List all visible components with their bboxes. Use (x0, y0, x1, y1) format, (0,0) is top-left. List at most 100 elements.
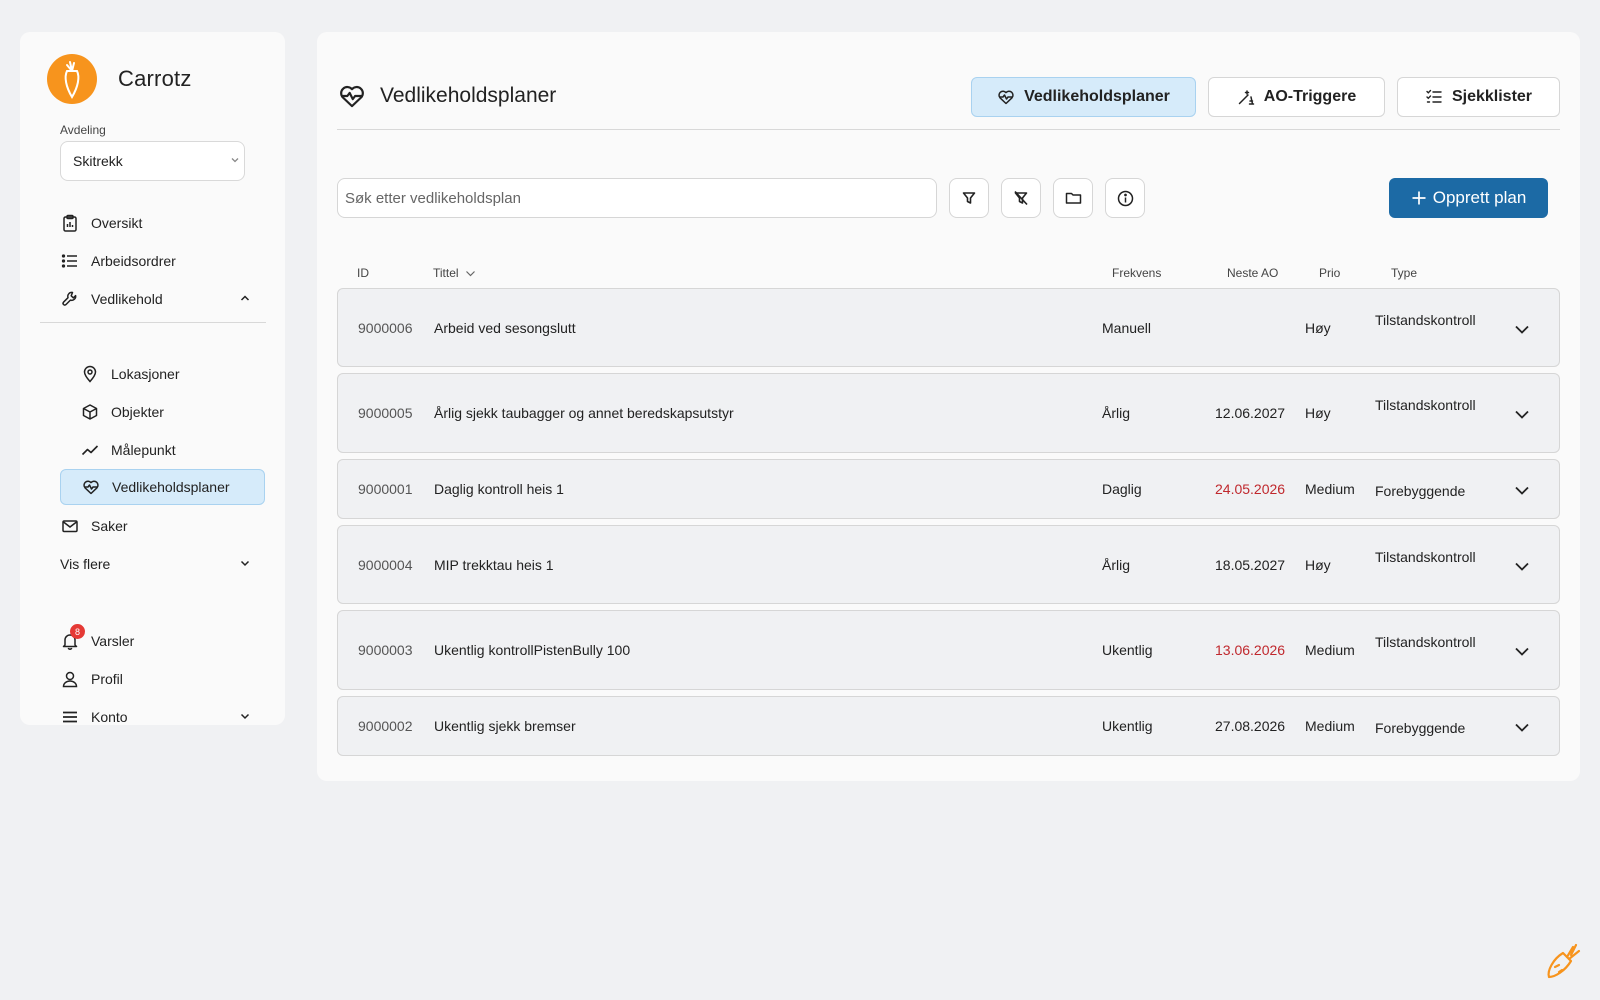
brand[interactable]: Carrotz (47, 54, 192, 104)
map-pin-icon (80, 364, 100, 384)
sidebar-item-vis-flere[interactable]: Vis flere (60, 546, 265, 582)
expand-chevron-down-icon[interactable] (1513, 718, 1531, 736)
sidebar-item-vedlikeholdsplaner[interactable]: Vedlikeholdsplaner (60, 469, 265, 505)
folder-button[interactable] (1053, 178, 1093, 218)
search-input[interactable] (337, 178, 937, 218)
row-priority: Høy (1305, 319, 1331, 336)
row-frequency: Årlig (1102, 405, 1131, 421)
row-frequency: Manuell (1102, 319, 1152, 336)
chevron-up-icon (239, 292, 251, 304)
sidebar-item-vedlikehold[interactable]: Vedlikehold (60, 281, 265, 317)
sidebar-item-arbeidsordrer[interactable]: Arbeidsordrer (60, 243, 265, 279)
sidebar-item-label: Arbeidsordrer (91, 253, 176, 269)
sidebar-item-label: Lokasjoner (111, 366, 180, 382)
clipboard-chart-icon (60, 213, 80, 233)
create-plan-button[interactable]: Opprett plan (1389, 178, 1548, 218)
table-row[interactable]: 9000006 Arbeid ved sesongslutt Manuell Høy T… (337, 288, 1560, 367)
column-header-priority[interactable]: Prio (1319, 266, 1340, 280)
expand-chevron-down-icon[interactable] (1513, 405, 1531, 423)
column-label: Tittel (433, 266, 459, 280)
row-id: 9000004 (358, 556, 413, 573)
carrot-corner-icon (1543, 941, 1583, 981)
sidebar-item-label: Saker (91, 518, 128, 534)
row-next-wo: 12.06.2027 (1215, 405, 1286, 421)
page-header: Vedlikeholdsplaner (338, 82, 556, 110)
sidebar-item-label: Vedlikeholdsplaner (112, 479, 230, 495)
department-label: Avdeling (60, 123, 106, 137)
row-frequency: Ukentlig (1102, 718, 1153, 734)
sidebar-item-malepunkt[interactable]: Målepunkt (80, 432, 285, 468)
expand-chevron-down-icon[interactable] (1513, 320, 1531, 338)
sidebar-item-varsler[interactable]: 8 Varsler (60, 623, 265, 659)
tab-vedlikeholdsplaner[interactable]: Vedlikeholdsplaner (971, 77, 1196, 117)
row-priority: Medium (1305, 481, 1355, 497)
row-priority: Høy (1305, 556, 1331, 573)
department-select[interactable]: Skitrekk (60, 141, 245, 181)
row-id: 9000006 (358, 319, 413, 336)
column-header-next-wo[interactable]: Neste AO (1227, 266, 1278, 280)
sidebar-item-lokasjoner[interactable]: Lokasjoner (80, 356, 285, 392)
table-row[interactable]: 9000005 Årlig sjekk taubagger og annet be… (337, 373, 1560, 453)
tab-label: AO-Triggere (1263, 88, 1357, 105)
column-header-title[interactable]: Tittel (433, 266, 476, 280)
table-row[interactable]: 9000003 Ukentlig kontrollPistenBully 100 U… (337, 610, 1560, 690)
clear-filter-button[interactable] (1001, 178, 1041, 218)
row-type: Tilstandskontroll (1375, 548, 1476, 565)
column-header-id[interactable]: ID (357, 266, 369, 280)
tab-label: Vedlikeholdsplaner (1024, 88, 1170, 105)
row-id: 9000001 (358, 481, 413, 497)
sidebar-item-saker[interactable]: Saker (60, 508, 265, 544)
row-type: Tilstandskontroll (1375, 311, 1476, 328)
column-header-type[interactable]: Type (1391, 266, 1417, 280)
filter-button[interactable] (949, 178, 989, 218)
info-button[interactable] (1105, 178, 1145, 218)
column-label: Type (1391, 266, 1418, 280)
department-value: Skitrekk (73, 153, 123, 169)
table-row[interactable]: 9000001 Daglig kontroll heis 1 Daglig 24.05… (337, 459, 1560, 519)
row-priority: Høy (1305, 405, 1331, 421)
heart-pulse-icon (997, 88, 1015, 106)
sidebar-item-label: Varsler (91, 633, 135, 649)
expand-chevron-down-icon[interactable] (1513, 481, 1531, 499)
column-header-frequency[interactable]: Frekvens (1112, 266, 1161, 280)
tab-sjekklister[interactable]: Sjekklister (1397, 77, 1560, 117)
row-id: 9000002 (358, 718, 413, 734)
tab-ao-triggere[interactable]: AO-Triggere (1208, 77, 1385, 117)
row-type: Forebyggende (1375, 483, 1466, 499)
row-frequency: Daglig (1102, 481, 1142, 497)
sidebar-item-konto[interactable]: Konto (60, 699, 265, 735)
sidebar-item-objekter[interactable]: Objekter (80, 394, 285, 430)
row-priority: Medium (1305, 642, 1355, 658)
sidebar-item-oversikt[interactable]: Oversikt (60, 205, 265, 241)
row-next-wo: 13.06.2026 (1215, 642, 1286, 658)
menu-icon (60, 707, 80, 727)
user-icon (60, 669, 80, 689)
table-row[interactable]: 9000002 Ukentlig sjekk bremser Ukentlig 27.… (337, 696, 1560, 756)
wrench-icon (60, 289, 80, 309)
main-panel: Vedlikeholdsplaner Vedlikeholdsplaner AO… (317, 32, 1580, 781)
row-type: Tilstandskontroll (1375, 397, 1476, 413)
list-icon (60, 251, 80, 271)
expand-chevron-down-icon[interactable] (1513, 557, 1531, 575)
cube-icon (80, 402, 100, 422)
heart-pulse-icon (81, 477, 101, 497)
filter-icon (961, 190, 977, 206)
sidebar: Carrotz Avdeling Skitrekk Oversikt Arbei… (20, 32, 285, 725)
table-row[interactable]: 9000004 MIP trekktau heis 1 Årlig 18.05.202… (337, 525, 1560, 604)
row-title: Årlig sjekk taubagger og annet beredskap… (434, 405, 734, 421)
expand-chevron-down-icon[interactable] (1513, 642, 1531, 660)
carrot-logo-icon (47, 54, 97, 104)
row-title: Ukentlig kontrollPistenBully 100 (434, 642, 631, 658)
row-id: 9000003 (358, 642, 413, 658)
row-title: Ukentlig sjekk bremser (434, 718, 576, 734)
row-priority: Medium (1305, 718, 1355, 734)
tab-label: Sjekklister (1451, 88, 1533, 105)
sidebar-item-label: Vedlikehold (91, 291, 163, 307)
row-frequency: Årlig (1102, 556, 1131, 573)
sidebar-item-profil[interactable]: Profil (60, 661, 265, 697)
sidebar-item-label: Vis flere (60, 556, 111, 572)
row-next-wo: 18.05.2027 (1215, 556, 1286, 573)
mail-icon (60, 516, 80, 536)
row-next-wo: 27.08.2026 (1215, 718, 1286, 734)
info-icon (1117, 190, 1134, 207)
